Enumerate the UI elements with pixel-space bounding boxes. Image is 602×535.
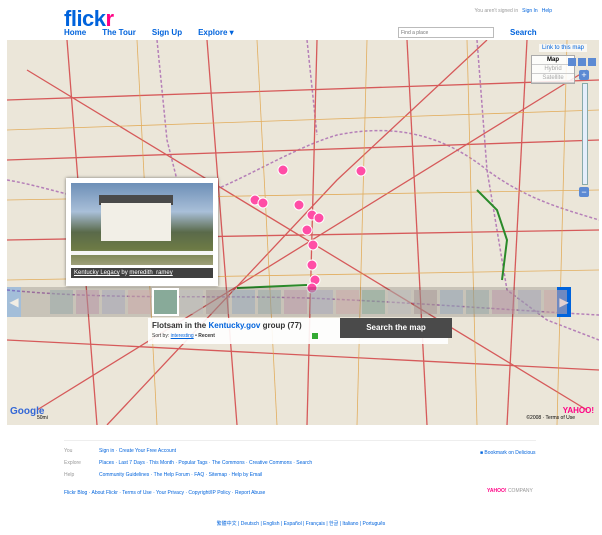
photo-thumbnail[interactable] (76, 290, 99, 314)
photo-thumbnail[interactable] (362, 290, 385, 314)
photo-thumbnail[interactable] (102, 290, 125, 314)
main-nav: Home The Tour Sign Up Explore ▾ (64, 28, 234, 37)
help-link[interactable]: Help (542, 8, 552, 14)
photo-thumbnail[interactable] (440, 290, 463, 314)
search-button[interactable]: Search (510, 28, 537, 37)
photo-thumbnail[interactable] (258, 290, 281, 314)
zoom-control: + − (579, 70, 591, 200)
nav-signup[interactable]: Sign Up (152, 28, 182, 37)
sort-recent: • Recent (195, 333, 215, 339)
photo-thumbnail[interactable] (388, 290, 411, 314)
group-prefix: Flotsam in the (152, 321, 207, 330)
bookmark-delicious[interactable]: ■ Bookmark on Delicious (480, 450, 536, 456)
signin-link[interactable]: Sign In (522, 8, 538, 14)
footer-row-explore: Explore Places · Last 7 Days · This Mont… (64, 460, 534, 466)
photo-thumbnail[interactable] (152, 288, 179, 316)
photo-thumbnail[interactable] (128, 290, 151, 314)
photo-thumbnail[interactable] (284, 290, 307, 314)
zoom-out-button[interactable]: − (579, 187, 589, 197)
photo-house (101, 203, 171, 241)
sort-interesting-link[interactable]: interesting (171, 333, 194, 339)
search-map-button[interactable]: Search the map (340, 318, 452, 338)
sort-by-label: Sort by: (152, 333, 170, 339)
nav-explore-label: Explore (198, 28, 228, 37)
pan-left-icon[interactable] (568, 58, 576, 66)
photo-thumbnail[interactable] (544, 290, 567, 314)
photo-thumbnail[interactable] (206, 290, 229, 314)
footer-key: Help (64, 472, 75, 478)
footer-links[interactable]: Places · Last 7 Days · This Month · Popu… (99, 460, 312, 466)
strip-prev-arrow-icon[interactable]: ◀ (7, 287, 21, 317)
photo-by: by (121, 270, 128, 276)
photo-thumbnail[interactable] (414, 290, 437, 314)
chevron-down-icon: ▾ (229, 28, 234, 37)
photo-thumbnail[interactable] (466, 290, 489, 314)
nav-home[interactable]: Home (64, 28, 86, 37)
group-suffix: group (77) (262, 321, 302, 330)
photo-author-link[interactable]: meredith_ramey (129, 270, 172, 276)
zoom-slider[interactable] (582, 83, 588, 185)
pan-control (568, 58, 596, 68)
pan-home-icon[interactable] (578, 58, 586, 66)
nav-tour[interactable]: The Tour (102, 28, 136, 37)
group-name-link[interactable]: Kentucky.gov (208, 321, 260, 330)
photo-thumbnail[interactable] (336, 290, 359, 314)
map-type-satellite[interactable]: Satellite (532, 74, 574, 83)
signin-note: You aren't signed in (474, 8, 519, 14)
photo-fence (71, 251, 213, 255)
map-copyright[interactable]: ©2008 · Terms of Use (526, 415, 575, 421)
photo-thumbnail[interactable] (180, 290, 203, 314)
place-search-input[interactable] (398, 27, 494, 38)
footer-legal-links[interactable]: Flickr Blog · About Flickr · Terms of Us… (64, 490, 265, 496)
photo-thumbnail[interactable] (518, 290, 541, 314)
yahoo-map-logo: YAHOO! (562, 406, 594, 415)
map-scale: 50mi (37, 415, 48, 421)
photo-title-link[interactable]: Kentucky Legacy (74, 270, 120, 276)
language-links[interactable]: 繁體中文 | Deutsch | English | Español | Fra… (0, 520, 602, 527)
footer-key: You (64, 448, 73, 454)
footer-row-help: Help Community Guidelines · The Help For… (64, 472, 534, 478)
photo-image[interactable] (71, 183, 213, 265)
photo-caption: Kentucky Legacy by meredith_ramey (71, 268, 213, 278)
footer-key: Explore (64, 460, 81, 466)
footer-row-you: You Sign in · Create Your Free Account (64, 448, 534, 454)
footer-links[interactable]: Community Guidelines · The Help Forum · … (99, 472, 262, 478)
photo-thumbnail[interactable] (310, 290, 333, 314)
photo-thumbnail[interactable] (232, 290, 255, 314)
yahoo-brand: YAHOO! (487, 488, 507, 494)
photo-thumbnail[interactable] (50, 290, 73, 314)
footer-links[interactable]: Sign in · Create Your Free Account (99, 448, 176, 454)
photo-popup[interactable]: Kentucky Legacy by meredith_ramey (66, 178, 218, 286)
footer-links-line: Flickr Blog · About Flickr · Terms of Us… (64, 490, 534, 496)
bookmark-label: Bookmark on Delicious (484, 450, 536, 456)
rss-icon[interactable] (312, 333, 318, 339)
link-to-map[interactable]: Link to this map (538, 44, 587, 52)
signin-area: You aren't signed in Sign In Help (475, 8, 552, 14)
yahoo-company[interactable]: YAHOO! COMPANY (487, 488, 533, 494)
pan-right-icon[interactable] (588, 58, 596, 66)
zoom-in-button[interactable]: + (579, 70, 589, 80)
footer-divider (64, 440, 536, 441)
photo-thumbnail[interactable] (492, 290, 515, 314)
group-title: Flotsam in the Kentucky.gov group (77) (152, 321, 302, 330)
yahoo-company-label: COMPANY (507, 488, 533, 494)
nav-explore[interactable]: Explore ▾ (198, 28, 234, 37)
sort-by: Sort by: interesting • Recent (152, 333, 215, 339)
